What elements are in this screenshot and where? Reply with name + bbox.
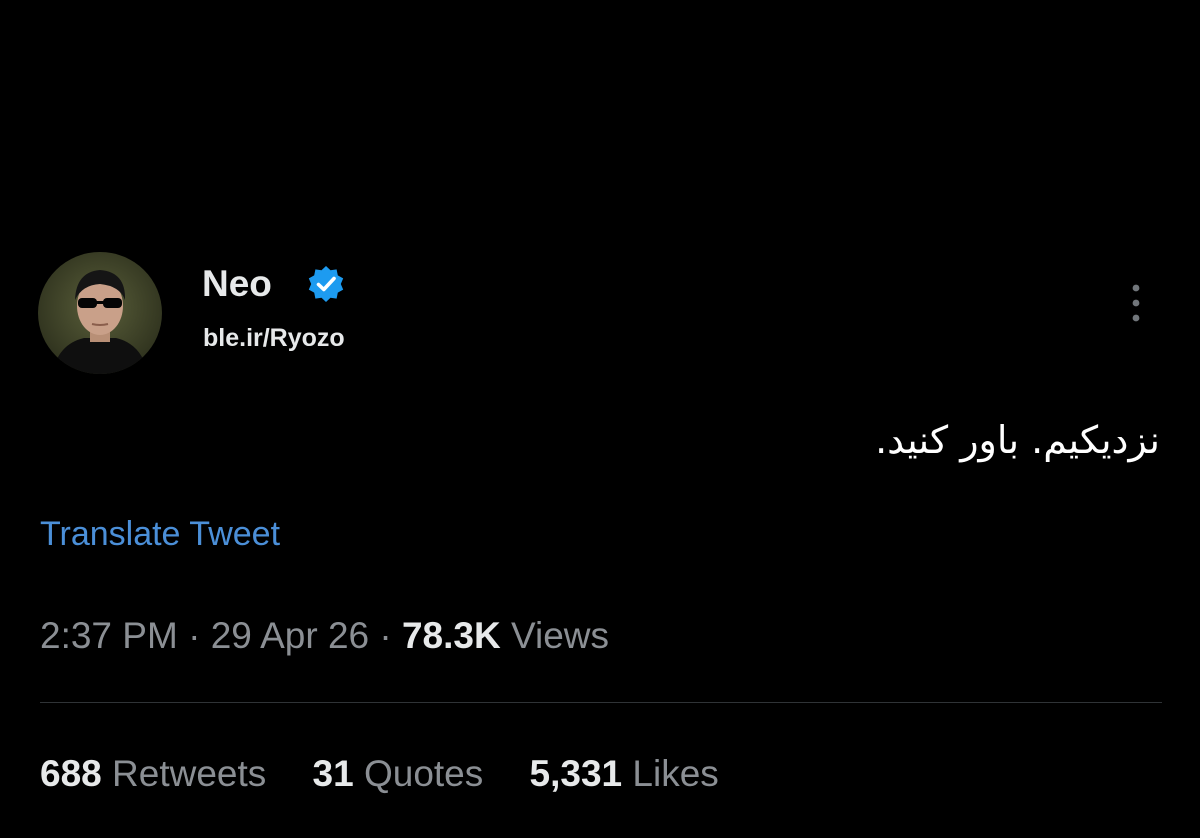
tweet-text: نزدیکیم. باور کنید. <box>875 418 1160 462</box>
retweets-stat[interactable]: 688 Retweets <box>40 750 266 798</box>
engagement-stats: 688 Retweets 31 Quotes 5,331 Likes <box>40 750 755 798</box>
quotes-label: Quotes <box>363 753 484 794</box>
quotes-count: 31 <box>312 753 354 794</box>
likes-stat[interactable]: 5,331 Likes <box>530 750 719 798</box>
retweets-label: Retweets <box>112 753 267 794</box>
divider <box>40 702 1162 703</box>
tweet-date[interactable]: 29 Apr 26 <box>211 615 369 656</box>
likes-count: 5,331 <box>529 753 623 794</box>
user-avatar-icon <box>38 252 162 374</box>
tweet-meta: 2:37 PM · 29 Apr 26 · 78.3K Views <box>40 612 609 660</box>
more-vertical-icon[interactable] <box>1124 282 1148 324</box>
meta-separator: · <box>379 615 392 656</box>
views-count: 78.3K <box>401 615 501 656</box>
views-label: Views <box>511 615 610 656</box>
retweets-count: 688 <box>40 753 102 794</box>
user-handle[interactable]: ble.ir/Ryozo <box>203 322 345 354</box>
verified-badge-icon <box>308 266 344 302</box>
likes-label: Likes <box>632 753 719 794</box>
avatar[interactable] <box>38 252 162 374</box>
tweet-time[interactable]: 2:37 PM <box>40 615 178 656</box>
translate-tweet-link[interactable]: Translate Tweet <box>40 512 280 556</box>
meta-separator: · <box>188 615 201 656</box>
quotes-stat[interactable]: 31 Quotes <box>313 750 484 798</box>
display-name[interactable]: Neo <box>202 262 272 306</box>
tweet-detail: Neo ble.ir/Ryozo نزدیکیم. باور کنید. Tra… <box>0 0 1200 838</box>
